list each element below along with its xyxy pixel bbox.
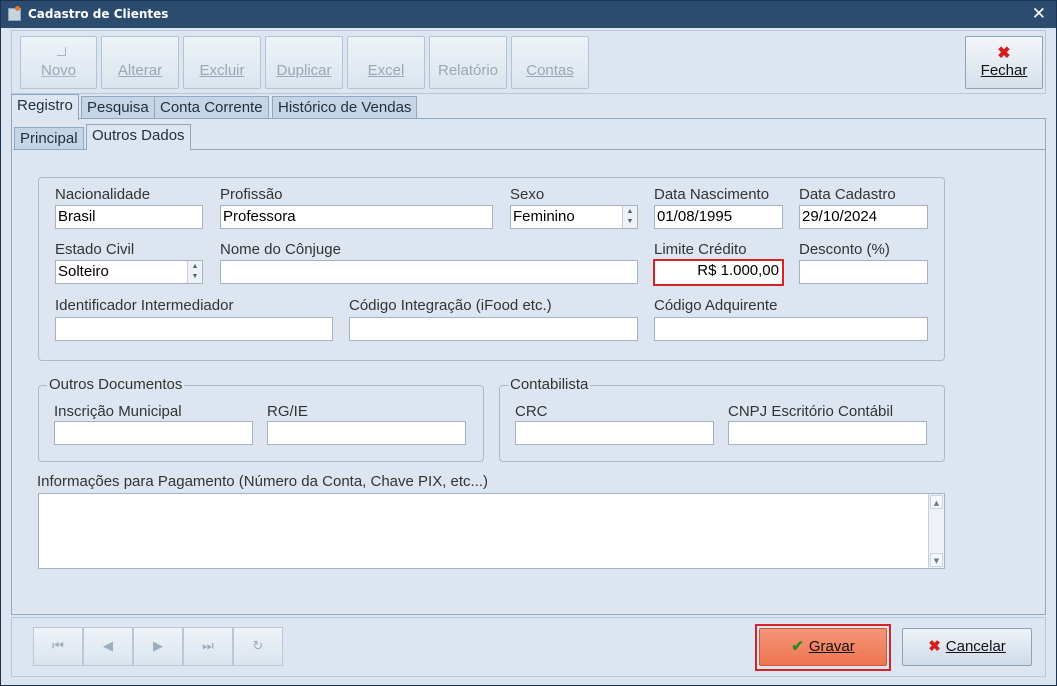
- crc-field[interactable]: [515, 421, 714, 445]
- title-bar: Cadastro de Clientes ✕: [1, 1, 1056, 28]
- nav-next-button[interactable]: ▶: [133, 627, 183, 666]
- nav-refresh-button[interactable]: ↻: [233, 627, 283, 666]
- alterar-label: Alterar: [117, 62, 163, 79]
- window-title: Cadastro de Clientes: [28, 7, 169, 21]
- new-record-icon: [57, 47, 66, 56]
- cancel-icon: ✖: [928, 638, 941, 655]
- toolbar: Novo Alterar Excluir Duplicar Excel Rela…: [11, 30, 1046, 94]
- contabilista-legend: Contabilista: [508, 376, 591, 393]
- profissao-label: Profissão: [220, 186, 283, 203]
- sexo-value: Feminino: [513, 208, 575, 225]
- excel-button[interactable]: Excel: [347, 36, 425, 89]
- profissao-field[interactable]: Professora: [220, 205, 493, 229]
- nav-last-button[interactable]: ⏭: [183, 627, 233, 666]
- cancelar-button[interactable]: ✖ Cancelar: [902, 628, 1032, 666]
- contas-button[interactable]: Contas: [511, 36, 589, 89]
- desconto-field[interactable]: [799, 260, 928, 284]
- scroll-down-icon[interactable]: ▼: [930, 553, 943, 567]
- tab-pesquisa[interactable]: Pesquisa: [81, 96, 155, 119]
- subtab-principal[interactable]: Principal: [14, 127, 84, 150]
- identificador-intermediador-field[interactable]: [55, 317, 333, 341]
- sexo-label: Sexo: [510, 186, 545, 203]
- nome-conjuge-field[interactable]: [220, 260, 638, 284]
- contas-label: Contas: [526, 62, 574, 79]
- relatorio-label: Relatório: [437, 62, 499, 79]
- excluir-label: Excluir: [199, 62, 245, 79]
- crc-label: CRC: [515, 403, 548, 420]
- data-cadastro-field[interactable]: 29/10/2024: [799, 205, 928, 229]
- nav-first-button[interactable]: ⏮: [33, 627, 83, 666]
- rg-ie-field[interactable]: [267, 421, 466, 445]
- codigo-adquirente-label: Código Adquirente: [654, 297, 778, 314]
- data-cadastro-label: Data Cadastro: [799, 186, 896, 203]
- window: Cadastro de Clientes ✕ Novo Alterar Excl…: [0, 0, 1057, 686]
- estado-civil-value: Solteiro: [58, 263, 109, 280]
- sexo-spin-icon[interactable]: ▲ ▼: [622, 206, 637, 228]
- pagamento-textarea[interactable]: ▲ ▼: [38, 493, 945, 569]
- close-icon: ✖: [997, 45, 1011, 62]
- gravar-button[interactable]: ✔ Gravar: [759, 628, 887, 666]
- rg-ie-label: RG/IE: [267, 403, 308, 420]
- inscricao-municipal-label: Inscrição Municipal: [54, 403, 182, 420]
- nacionalidade-field[interactable]: Brasil: [55, 205, 203, 229]
- alterar-button[interactable]: Alterar: [101, 36, 179, 89]
- pagamento-scrollbar[interactable]: ▲ ▼: [928, 494, 944, 568]
- next-record-icon: ▶: [153, 639, 163, 654]
- outros-documentos-legend: Outros Documentos: [47, 376, 185, 393]
- tab-registro[interactable]: Registro: [11, 94, 79, 120]
- window-close-icon[interactable]: ✕: [1032, 4, 1046, 24]
- limite-credito-field[interactable]: R$ 1.000,00: [653, 259, 784, 286]
- last-record-icon: ⏭: [202, 639, 214, 654]
- tab-conta-corrente[interactable]: Conta Corrente: [154, 96, 269, 119]
- sexo-select[interactable]: Feminino ▲ ▼: [510, 205, 638, 229]
- codigo-integracao-label: Código Integração (iFood etc.): [349, 297, 552, 314]
- codigo-adquirente-field[interactable]: [654, 317, 928, 341]
- fechar-button[interactable]: ✖ Fechar: [965, 36, 1043, 89]
- duplicar-label: Duplicar: [276, 62, 332, 79]
- data-nascimento-field[interactable]: 01/08/1995: [654, 205, 783, 229]
- cancelar-label: Cancelar: [945, 638, 1006, 655]
- tab-historico-vendas[interactable]: Histórico de Vendas: [272, 96, 418, 119]
- desconto-label: Desconto (%): [799, 241, 890, 258]
- identificador-intermediador-label: Identificador Intermediador: [55, 297, 234, 314]
- check-icon: ✔: [791, 638, 804, 655]
- scroll-up-icon[interactable]: ▲: [930, 495, 943, 509]
- cnpj-escritorio-label: CNPJ Escritório Contábil: [728, 403, 894, 420]
- refresh-icon: ↻: [252, 639, 264, 654]
- estado-civil-spin-icon[interactable]: ▲ ▼: [187, 261, 202, 283]
- limite-credito-label: Limite Crédito: [654, 241, 747, 258]
- estado-civil-select[interactable]: Solteiro ▲ ▼: [55, 260, 203, 284]
- prev-record-icon: ◀: [103, 639, 113, 654]
- first-record-icon: ⏮: [52, 639, 64, 654]
- estado-civil-label: Estado Civil: [55, 241, 135, 258]
- novo-label: Novo: [40, 62, 77, 79]
- inscricao-municipal-field[interactable]: [54, 421, 253, 445]
- cnpj-escritorio-field[interactable]: [728, 421, 927, 445]
- nome-conjuge-label: Nome do Cônjuge: [220, 241, 341, 258]
- relatorio-button[interactable]: Relatório: [429, 36, 507, 89]
- excel-label: Excel: [367, 62, 405, 79]
- data-nascimento-label: Data Nascimento: [654, 186, 770, 203]
- app-icon: [8, 6, 21, 21]
- novo-button[interactable]: Novo: [20, 36, 97, 89]
- excluir-button[interactable]: Excluir: [183, 36, 261, 89]
- nav-prev-button[interactable]: ◀: [83, 627, 133, 666]
- gravar-label: Gravar: [808, 638, 855, 655]
- nacionalidade-label: Nacionalidade: [55, 186, 151, 203]
- duplicar-button[interactable]: Duplicar: [265, 36, 343, 89]
- fechar-label: Fechar: [980, 62, 1028, 79]
- subtab-outros-dados[interactable]: Outros Dados: [86, 124, 191, 150]
- codigo-integracao-field[interactable]: [349, 317, 638, 341]
- pagamento-label: Informações para Pagamento (Número da Co…: [37, 473, 489, 490]
